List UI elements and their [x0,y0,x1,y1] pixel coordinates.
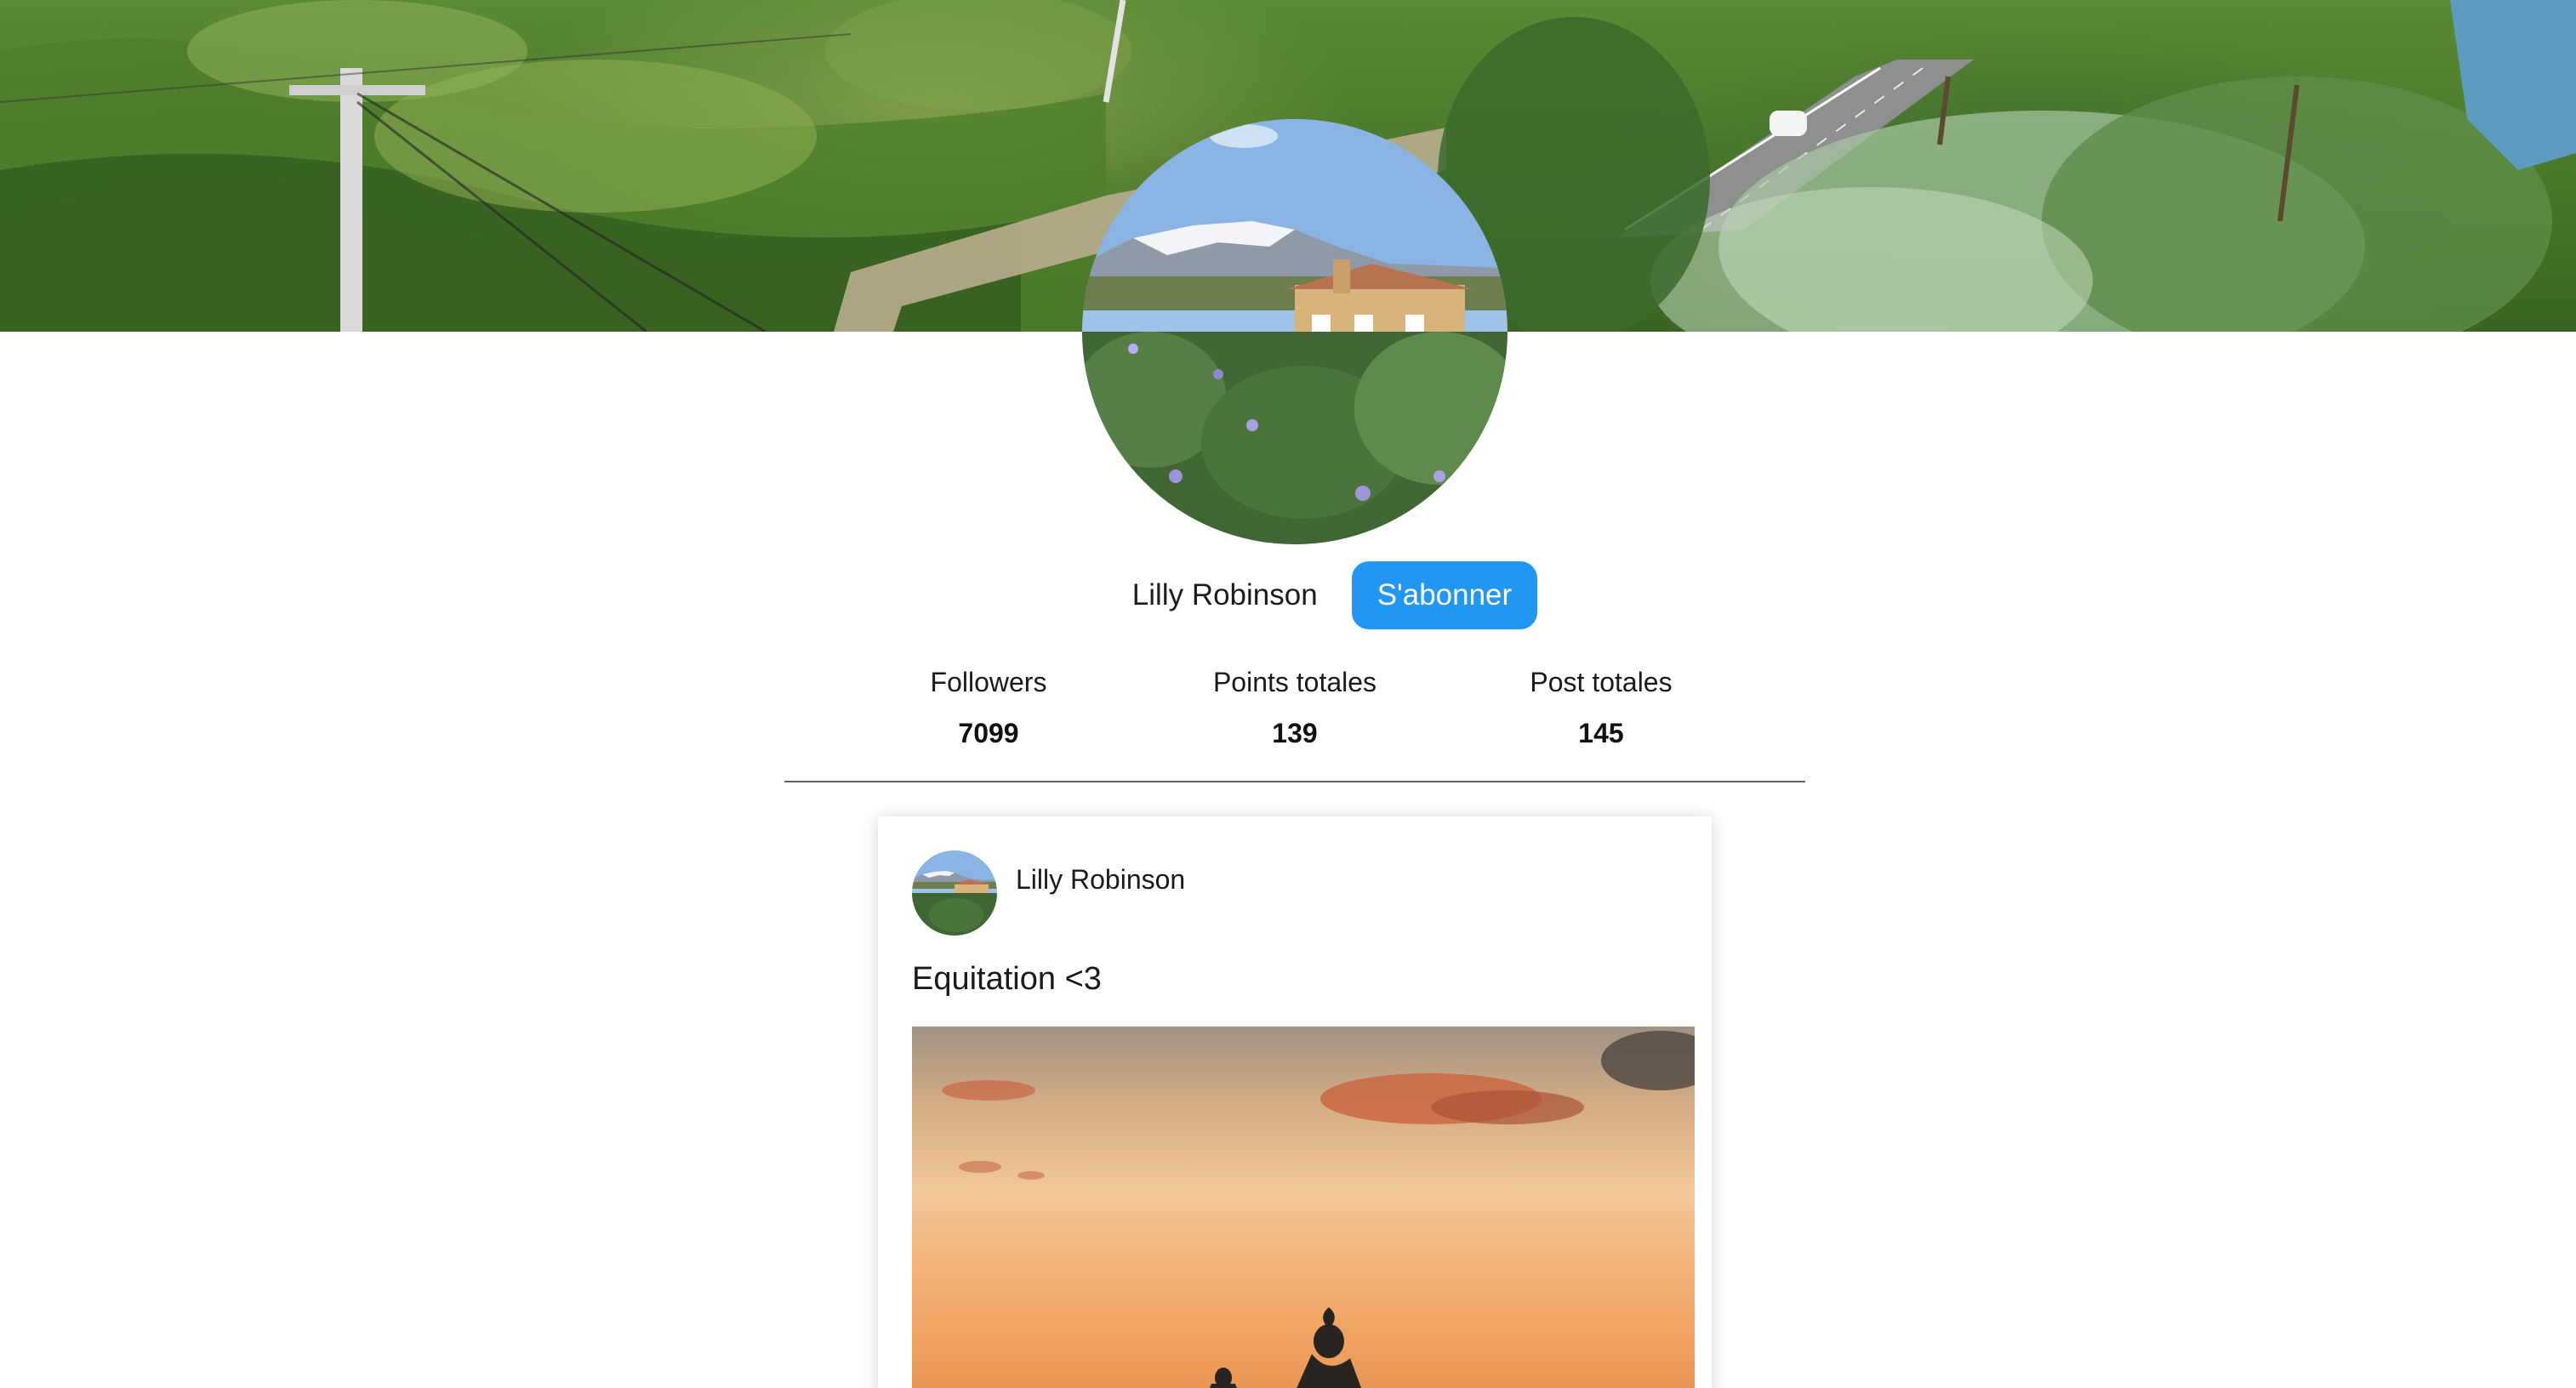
post-image[interactable] [912,1027,1695,1388]
stats-divider [784,781,1805,782]
stat-followers: Followers 7099 [861,663,1116,752]
stat-label: Followers [930,667,1047,697]
stat-value: 139 [1272,718,1318,748]
profile-stats: Followers 7099 Points totales 139 Post t… [784,663,1805,752]
stat-label: Post totales [1530,667,1673,697]
stat-posts: Post totales 145 [1473,663,1729,752]
stat-label: Points totales [1212,667,1377,697]
stat-points: Points totales 139 [1167,663,1422,752]
post-author-name[interactable]: Lilly Robinson [1016,864,1185,896]
profile-name: Lilly Robinson [1131,578,1318,612]
avatar-landscape-image [912,850,997,936]
stat-value: 7099 [958,718,1019,748]
sunset-riders-image [942,1031,1695,1388]
profile-page: Lilly Robinson S'abonner Followers 7099 … [0,0,2576,1388]
profile-header-row: Lilly Robinson S'abonner [0,561,2576,629]
post-text: Equitation <3 [912,961,1102,997]
stat-value: 145 [1578,718,1624,748]
post-header: Lilly Robinson [912,850,1185,936]
post-card[interactable]: Lilly Robinson Equitation <3 [878,816,1712,1388]
profile-avatar [1082,119,1507,544]
avatar-landscape-image [1082,119,1507,544]
post-author-avatar[interactable] [912,850,997,936]
subscribe-button[interactable]: S'abonner [1351,561,1538,629]
